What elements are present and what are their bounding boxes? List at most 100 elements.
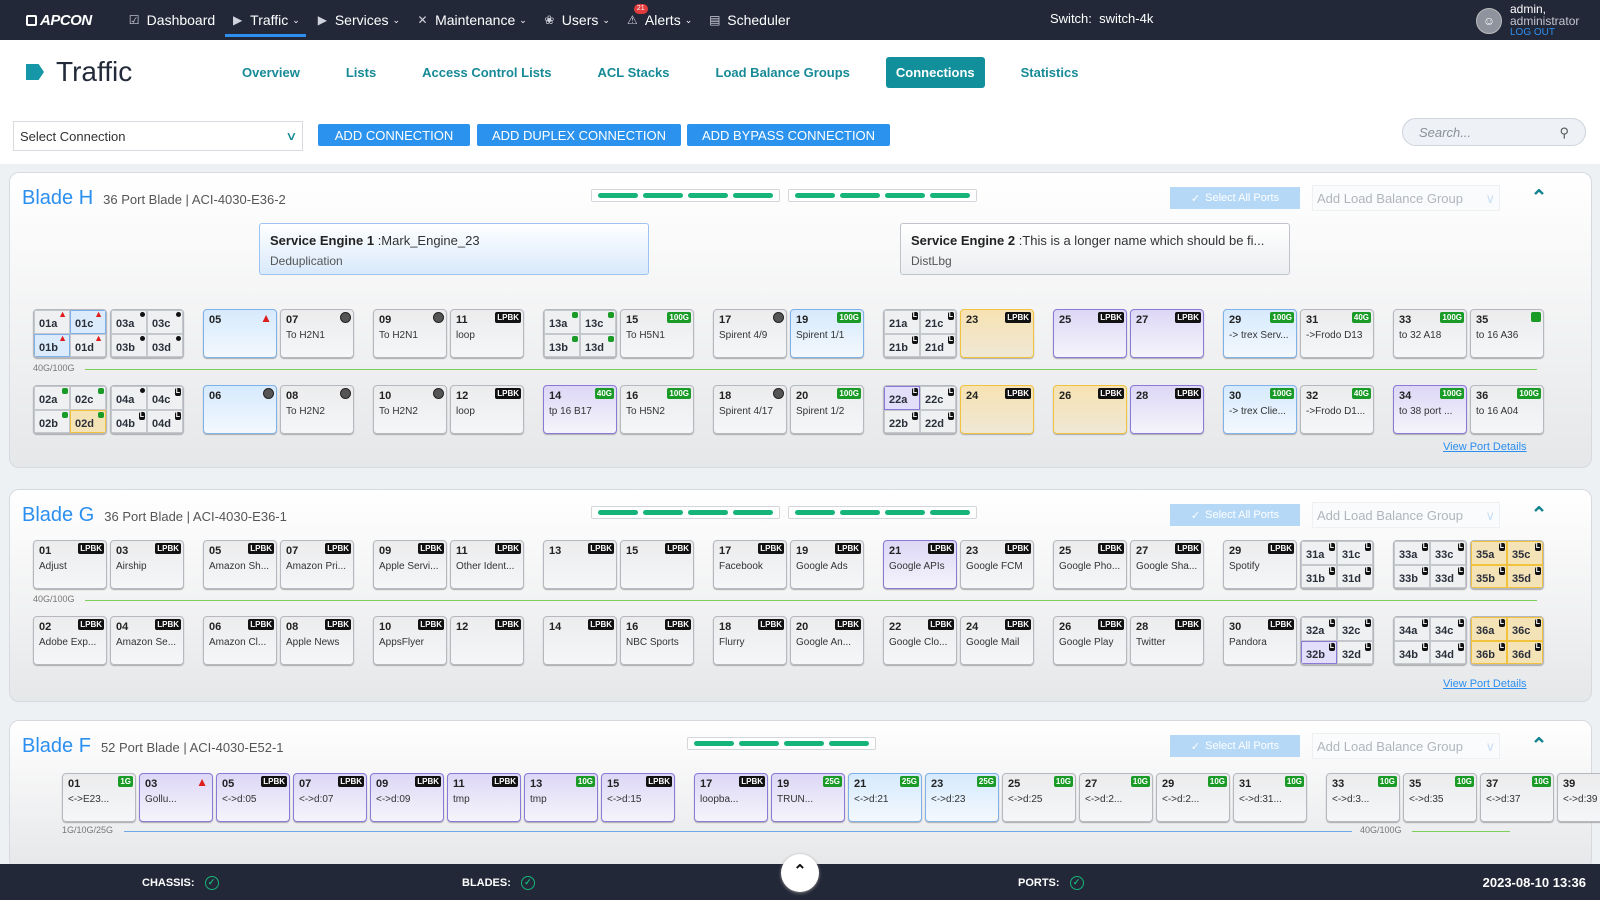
port-card[interactable]: 01 1G <->E23... — [62, 773, 136, 822]
port-card[interactable]: 37 10G <->d:37 — [1480, 773, 1554, 822]
port-card[interactable]: 09 To H2N1 — [373, 309, 447, 358]
add-bypass-connection-button[interactable]: ADD BYPASS CONNECTION — [687, 124, 890, 146]
breakout-port[interactable]: 31b L — [1301, 564, 1337, 588]
port-card[interactable]: 23 LPBK Google FCM — [960, 540, 1034, 589]
breakout-port[interactable]: 01d ▲ — [70, 333, 106, 357]
breakout-port[interactable]: 34b L — [1394, 640, 1430, 664]
port-card[interactable]: 16 100G To H5N2 — [620, 385, 694, 434]
apcon-logo[interactable]: APCON — [26, 12, 92, 29]
port-card[interactable]: 35 to 16 A36 — [1470, 309, 1544, 358]
port-card[interactable]: 26 LPBK — [1053, 385, 1127, 434]
port-card[interactable]: 34 100G to 38 port ... — [1393, 385, 1467, 434]
port-card[interactable]: 14 LPBK — [543, 616, 617, 665]
port-card[interactable]: 27 LPBK — [1130, 309, 1204, 358]
port-card[interactable]: 13 10G tmp — [524, 773, 598, 822]
port-card[interactable]: 01 LPBK Adjust — [33, 540, 107, 589]
breakout-port[interactable]: 32d L — [1337, 640, 1373, 664]
port-card[interactable]: 10 To H2N2 — [373, 385, 447, 434]
port-card[interactable]: 27 10G <->d:2... — [1079, 773, 1153, 822]
port-card[interactable]: 33 100G to 32 A18 — [1393, 309, 1467, 358]
select-connection-dropdown[interactable]: Select Connection ∨ — [13, 121, 303, 151]
port-card[interactable]: 07 LPBK <->d:07 — [293, 773, 367, 822]
select-all-ports-button[interactable]: ✓ Select All Ports — [1170, 735, 1300, 757]
port-card[interactable]: 15 100G To H5N1 — [620, 309, 694, 358]
port-card[interactable]: 10 LPBK AppsFlyer — [373, 616, 447, 665]
port-card[interactable]: 15 LPBK <->d:15 — [601, 773, 675, 822]
port-card[interactable]: 21 LPBK Google APIs — [883, 540, 957, 589]
view-port-details-link[interactable]: View Port Details — [1443, 678, 1527, 690]
scroll-up-button[interactable]: ⌃ — [781, 854, 819, 892]
port-card[interactable]: 11 LPBK tmp — [447, 773, 521, 822]
port-card[interactable]: 22 LPBK Google Clo... — [883, 616, 957, 665]
nav-item-dashboard[interactable]: ☑ Dashboard — [120, 0, 224, 40]
tab-overview[interactable]: Overview — [232, 57, 310, 88]
port-card[interactable]: 18 Spirent 4/17 — [713, 385, 787, 434]
port-card[interactable]: 11 LPBK loop — [450, 309, 524, 358]
breakout-port[interactable]: 32b L — [1301, 640, 1337, 664]
port-card[interactable]: 03 ▲ Gollu... — [139, 773, 213, 822]
breakout-port[interactable]: 34d L — [1430, 640, 1466, 664]
view-port-details-link[interactable]: View Port Details — [1443, 441, 1527, 453]
port-card[interactable]: 07 LPBK Amazon Pri... — [280, 540, 354, 589]
breakout-port[interactable]: 31c L — [1337, 541, 1373, 565]
port-card[interactable]: 30 LPBK Pandora — [1223, 616, 1297, 665]
breakout-port[interactable]: 13d — [580, 333, 616, 357]
port-card[interactable]: 31 40G ->Frodo D13 — [1300, 309, 1374, 358]
port-card[interactable]: 19 100G Spirent 1/1 — [790, 309, 864, 358]
search-input[interactable]: Search... ⚲ — [1402, 118, 1586, 146]
select-all-ports-button[interactable]: ✓ Select All Ports — [1170, 504, 1300, 526]
port-card[interactable]: 24 LPBK Google Mail — [960, 616, 1034, 665]
port-card[interactable]: 05 LPBK <->d:05 — [216, 773, 290, 822]
breakout-port[interactable]: 02a — [34, 386, 70, 410]
port-card[interactable]: 23 LPBK — [960, 309, 1034, 358]
breakout-port[interactable]: 21d L — [920, 333, 956, 357]
breakout-port[interactable]: 32c L — [1337, 617, 1373, 641]
port-card[interactable]: 25 LPBK Google Pho... — [1053, 540, 1127, 589]
port-card[interactable]: 04 LPBK Amazon Se... — [110, 616, 184, 665]
breakout-port[interactable]: 03a — [111, 310, 147, 334]
port-card[interactable]: 28 LPBK — [1130, 385, 1204, 434]
breakout-port[interactable]: 36d L — [1507, 640, 1543, 664]
breakout-port[interactable]: 04b L — [111, 409, 147, 433]
logout-link[interactable]: LOG OUT — [1510, 27, 1579, 39]
search-icon[interactable]: ⚲ — [1559, 125, 1569, 140]
user-menu[interactable]: ☺ admin, administrator LOG OUT — [1476, 3, 1579, 39]
nav-item-traffic[interactable]: ▶ Traffic ⌄ — [223, 0, 308, 40]
port-card[interactable]: 25 10G <->d:25 — [1002, 773, 1076, 822]
port-card[interactable]: 12 LPBK — [450, 616, 524, 665]
breakout-port[interactable]: 03b — [111, 333, 147, 357]
breakout-port[interactable]: 02b — [34, 409, 70, 433]
breakout-port[interactable]: 33b L — [1394, 564, 1430, 588]
port-card[interactable]: 05 ▲ — [203, 309, 277, 358]
port-card[interactable]: 17 Spirent 4/9 — [713, 309, 787, 358]
port-card[interactable]: 17 LPBK loopba... — [694, 773, 768, 822]
nav-item-maintenance[interactable]: ✕ Maintenance ⌄ — [408, 0, 535, 40]
port-card[interactable]: 21 25G <->d:21 — [848, 773, 922, 822]
user-avatar-icon[interactable]: ☺ — [1476, 8, 1502, 34]
breakout-port[interactable]: 04a — [111, 386, 147, 410]
breakout-port[interactable]: 04c L — [147, 386, 183, 410]
breakout-port[interactable]: 13c — [580, 310, 616, 334]
breakout-port[interactable]: 02d — [70, 409, 106, 433]
tab-statistics[interactable]: Statistics — [1011, 57, 1089, 88]
breakout-port[interactable]: 36a L — [1471, 617, 1507, 641]
port-card[interactable]: 18 LPBK Flurry — [713, 616, 787, 665]
port-card[interactable]: 12 LPBK loop — [450, 385, 524, 434]
port-card[interactable]: 3910G<->d:39 — [1557, 773, 1600, 822]
port-card[interactable]: 17 LPBK Facebook — [713, 540, 787, 589]
service-engine-card[interactable]: Service Engine 2 :This is a longer name … — [900, 223, 1290, 275]
port-card[interactable]: 19 LPBK Google Ads — [790, 540, 864, 589]
port-card[interactable]: 29 LPBK Spotify — [1223, 540, 1297, 589]
breakout-port[interactable]: 04d L — [147, 409, 183, 433]
port-card[interactable]: 29 100G -> trex Serv... — [1223, 309, 1297, 358]
nav-item-users[interactable]: ❀ Users ⌄ — [535, 0, 618, 40]
breakout-port[interactable]: 13b — [544, 333, 580, 357]
collapse-chevron-up-icon[interactable]: ⌃ — [1528, 188, 1550, 208]
port-card[interactable]: 24 LPBK — [960, 385, 1034, 434]
add-connection-button[interactable]: ADD CONNECTION — [318, 124, 470, 146]
port-card[interactable]: 32 40G ->Frodo D1... — [1300, 385, 1374, 434]
port-card[interactable]: 06 LPBK Amazon Cl... — [203, 616, 277, 665]
breakout-port[interactable]: 36b L — [1471, 640, 1507, 664]
breakout-port[interactable]: 03d — [147, 333, 183, 357]
port-card[interactable]: 08 LPBK Apple News — [280, 616, 354, 665]
